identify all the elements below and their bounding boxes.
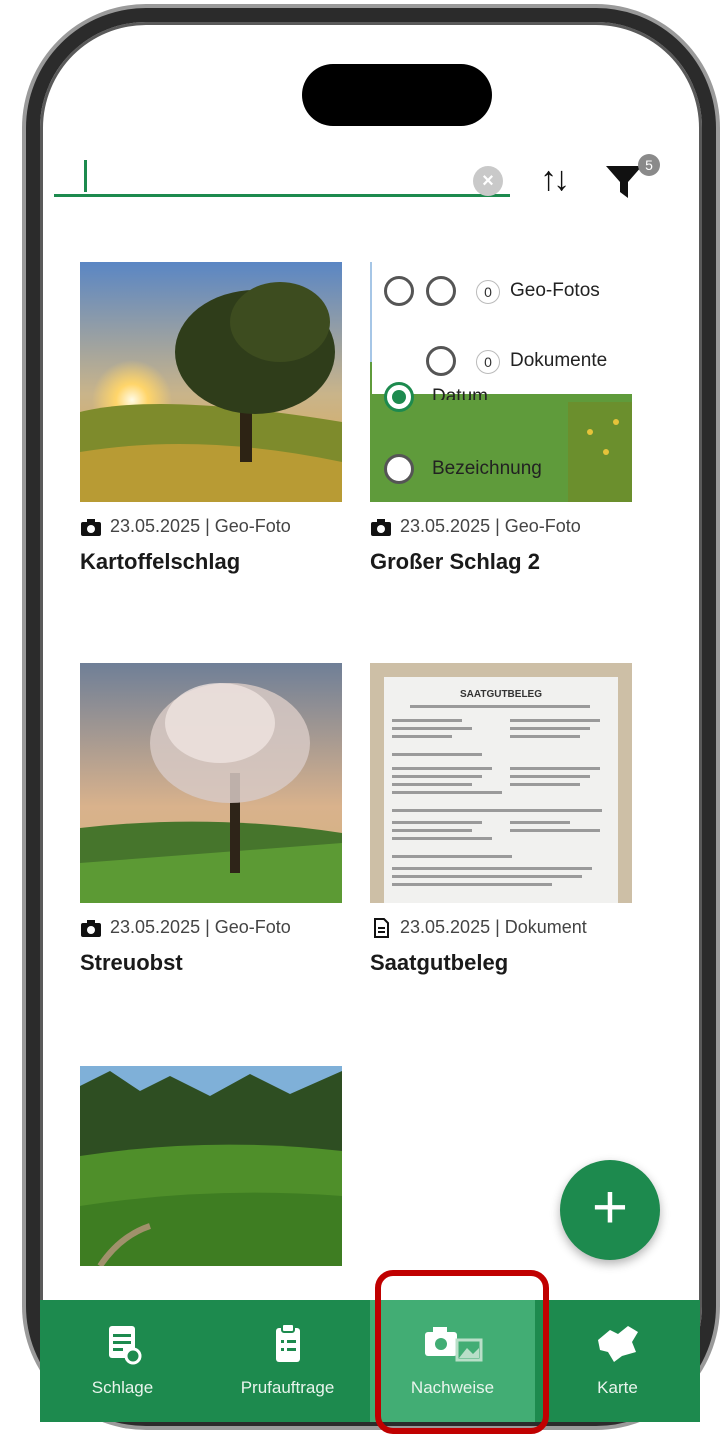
list-item[interactable]: SAATGUTBELEG 23.05.2025 | Dokument Saatg…	[370, 663, 632, 976]
clear-search-button[interactable]: ×	[473, 166, 503, 196]
search-input[interactable]	[62, 150, 466, 192]
sort-filter-dropdown	[372, 258, 632, 394]
document-icon	[374, 917, 389, 938]
nav-item-karte[interactable]: Karte	[535, 1300, 700, 1422]
fields-list-icon	[108, 1326, 141, 1365]
highlight-annotation	[375, 1270, 549, 1434]
item-title: Saatgutbeleg	[370, 950, 509, 975]
filter-radio-dokumente[interactable]	[426, 346, 456, 376]
map-region-icon	[597, 1326, 638, 1362]
filter-radio-geo-fotos-a[interactable]	[384, 276, 414, 306]
nav-item-schlage[interactable]: Schlage	[40, 1300, 205, 1422]
bottom-navigation: Schlage Prufauftrage Nachweise Karte	[40, 1300, 700, 1422]
item-meta: 23.05.2025 | Dokument	[400, 917, 587, 937]
text-caret	[84, 160, 87, 192]
nav-item-prufauftrage[interactable]: Prufauftrage	[205, 1300, 370, 1422]
list-item[interactable]	[80, 1066, 342, 1266]
thumbnail-image	[80, 262, 342, 502]
item-meta: 23.05.2025 | Geo-Foto	[110, 917, 291, 937]
filter-option-geo-fotos[interactable]: Geo-Fotos	[510, 280, 600, 302]
filter-count-badge: 5	[638, 154, 660, 176]
list-item[interactable]: 23.05.2025 | Geo-Foto Kartoffelschlag	[80, 262, 342, 575]
filter-radio-geo-fotos-b[interactable]	[426, 276, 456, 306]
dynamic-island	[302, 64, 492, 126]
document-heading: SAATGUTBELEG	[460, 689, 542, 700]
count-badge-geo-fotos: 0	[476, 280, 500, 304]
nav-label: Prufauftrage	[240, 1378, 335, 1397]
item-title: Streuobst	[80, 950, 183, 975]
add-button[interactable]: +	[560, 1160, 660, 1260]
sort-button[interactable]: ↑↓	[528, 154, 578, 204]
camera-icon	[81, 919, 101, 937]
thumbnail-image	[80, 1066, 342, 1266]
nav-label: Karte	[597, 1378, 638, 1397]
thumbnail-image: SAATGUTBELEG	[370, 663, 632, 903]
clipboard-icon	[275, 1323, 300, 1362]
item-title: Kartoffelschlag	[80, 549, 241, 574]
filter-option-dokumente[interactable]: Dokumente	[510, 350, 607, 372]
sort-radio-datum[interactable]	[384, 382, 414, 412]
sort-option-datum[interactable]: Datum	[432, 386, 488, 400]
count-badge-dokumente: 0	[476, 350, 500, 374]
item-meta: 23.05.2025 | Geo-Foto	[400, 516, 581, 536]
nav-label: Schlage	[91, 1378, 154, 1397]
list-item[interactable]: 23.05.2025 | Geo-Foto Streuobst	[80, 663, 342, 976]
item-title: Großer Schlag 2	[370, 549, 540, 574]
camera-icon	[371, 518, 391, 536]
item-meta: 23.05.2025 | Geo-Foto	[110, 516, 291, 536]
sort-radio-bezeichnung[interactable]	[384, 454, 414, 484]
camera-icon	[81, 518, 101, 536]
thumbnail-image	[80, 663, 342, 903]
sort-option-bezeichnung[interactable]: Bezeichnung	[432, 458, 542, 480]
search-underline	[54, 194, 510, 197]
